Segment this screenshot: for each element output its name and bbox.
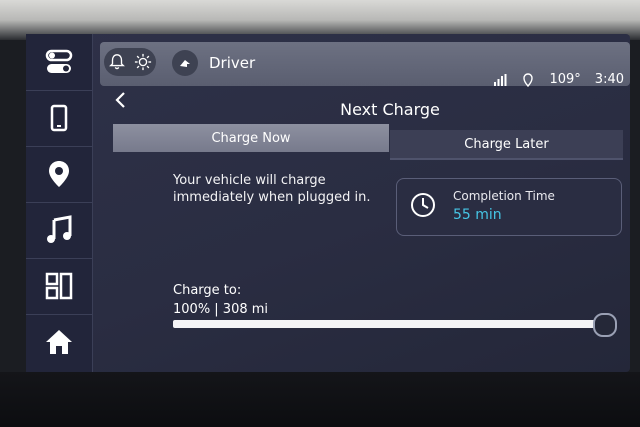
phone-icon [50,104,68,132]
profile-name[interactable]: Driver [209,54,255,72]
music-note-icon [47,215,72,243]
completion-label: Completion Time [453,189,555,203]
slider-handle[interactable] [593,313,617,337]
rail-audio[interactable] [26,202,92,259]
clock-time: 3:40 [594,72,624,87]
profile-button[interactable] [172,50,198,76]
rail-home[interactable] [26,314,92,370]
tab-charge-now[interactable]: Charge Now [113,124,389,152]
temperature: 109° [549,72,581,87]
charge-to-label: Charge to: [173,283,242,298]
charge-description: Your vehicle will charge immediately whe… [173,173,371,205]
back-button[interactable] [110,88,130,112]
rail-layout[interactable] [26,258,92,315]
charge-limit-slider[interactable] [173,313,617,337]
slider-fill [173,320,613,328]
completion-value: 55 min [453,207,502,223]
user-profile-icon [180,60,190,67]
status-pill[interactable] [104,48,156,76]
apps-toggle-icon [45,49,73,73]
chevron-left-icon [115,92,125,108]
bell-icon [109,54,125,70]
location-pin-icon [523,72,534,87]
rail-phone[interactable] [26,90,92,147]
page-title: Next Charge [340,100,440,119]
status-bar: Driver 109° 3:40 [100,42,630,87]
location-pin-icon [49,161,69,187]
rail-navigation[interactable] [26,146,92,203]
tab-charge-later[interactable]: Charge Later [390,130,623,160]
bezel-bottom [0,372,640,427]
status-indicators: 109° 3:40 [493,72,624,87]
sun-settings-icon [134,53,152,71]
layout-grid-icon [45,272,73,300]
signal-icon [494,73,507,86]
charge-to-value: 100% | 308 mi [173,302,269,317]
clock-icon [411,193,435,217]
completion-time-card: Completion Time 55 min [396,178,622,236]
home-icon [46,330,72,354]
rail-apps[interactable] [26,34,92,91]
left-rail [26,34,93,372]
